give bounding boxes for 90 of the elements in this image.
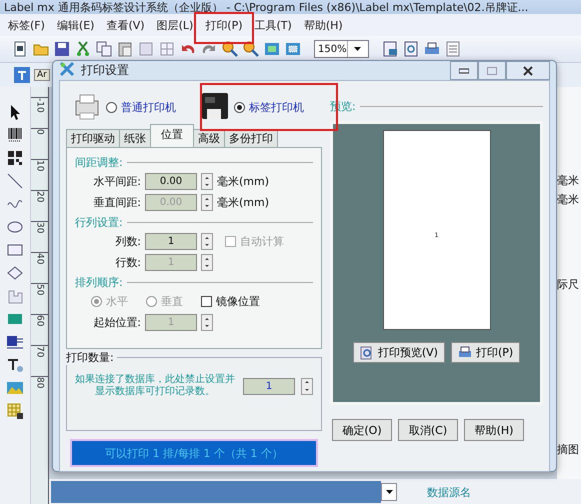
preview-button[interactable]: 打印预览(V) bbox=[352, 342, 445, 363]
zoom-dropdown[interactable]: 150% bbox=[314, 40, 369, 58]
menu-item[interactable]: 打印(P) bbox=[199, 16, 249, 34]
spin-button[interactable] bbox=[201, 173, 213, 190]
page-setup-icon[interactable] bbox=[382, 41, 398, 57]
serial-text-icon[interactable] bbox=[6, 356, 24, 374]
minimize-button[interactable] bbox=[450, 61, 478, 80]
tab[interactable]: 位置 bbox=[150, 124, 194, 147]
field-label: 水平间距: bbox=[92, 174, 141, 189]
highlight-frame bbox=[194, 12, 254, 44]
unit-label: 毫米(mm) bbox=[217, 195, 270, 210]
diamond-icon[interactable] bbox=[6, 264, 24, 282]
document-icon[interactable] bbox=[12, 41, 28, 57]
line-icon[interactable] bbox=[6, 172, 24, 190]
grid-icon[interactable] bbox=[159, 41, 175, 57]
minimize-icon[interactable] bbox=[459, 68, 469, 74]
side-label: 际尺 bbox=[557, 277, 580, 292]
menu-item[interactable]: 标签(F) bbox=[2, 16, 51, 34]
spin-button[interactable] bbox=[201, 254, 213, 271]
field-label: 行数: bbox=[114, 255, 141, 270]
radio-label[interactable]: 普通打印机 bbox=[121, 100, 176, 114]
zoom-out-icon[interactable] bbox=[243, 41, 259, 57]
magnifier-icon bbox=[360, 346, 374, 360]
menu-item[interactable]: 编辑(E) bbox=[50, 16, 100, 34]
spin-button[interactable] bbox=[201, 233, 213, 250]
number-field[interactable]: 1 bbox=[243, 378, 295, 394]
spin-button[interactable] bbox=[201, 314, 213, 331]
print-button[interactable]: 打印(P) bbox=[450, 342, 520, 363]
field-label: 起始位置: bbox=[92, 315, 141, 330]
side-label: 毫米 bbox=[557, 173, 580, 188]
table-icon[interactable] bbox=[6, 402, 24, 420]
print-preview-icon[interactable] bbox=[403, 41, 419, 57]
fit-width-icon[interactable] bbox=[285, 41, 301, 57]
ruler-label: 10 bbox=[34, 160, 44, 172]
menu-item[interactable]: 图层(L) bbox=[150, 16, 200, 34]
ruler-label: 20 bbox=[34, 191, 44, 202]
side-label: 摘图 bbox=[557, 442, 580, 457]
side-label: 毫米 bbox=[557, 192, 580, 207]
ruler-label: 80 bbox=[34, 377, 44, 388]
ruler-label: 70 bbox=[34, 346, 44, 358]
list-icon[interactable] bbox=[445, 41, 461, 57]
menu-item[interactable]: 帮助(H) bbox=[298, 16, 349, 34]
text-style-icon[interactable] bbox=[14, 67, 30, 83]
dropdown-button[interactable] bbox=[381, 483, 397, 501]
checkbox[interactable] bbox=[201, 296, 212, 307]
tab[interactable]: 纸张 bbox=[119, 129, 151, 147]
group-heading: 排列顺序: bbox=[75, 274, 123, 290]
dialog-title: 打印设置 bbox=[81, 62, 129, 79]
close-icon[interactable] bbox=[523, 66, 533, 76]
note-text: 如果连接了数据库，此处禁止设置并显示数据库可打印记录数。 bbox=[74, 374, 236, 398]
unit-label: 毫米(mm) bbox=[217, 174, 270, 189]
qr-code-icon[interactable] bbox=[6, 149, 24, 167]
menu-item[interactable]: 查看(V) bbox=[100, 16, 151, 34]
spin-button[interactable] bbox=[301, 378, 313, 394]
zoom-in-icon[interactable] bbox=[222, 41, 238, 57]
radio-label[interactable]: 标签打印机 bbox=[249, 100, 304, 114]
font-button[interactable]: Ar bbox=[34, 69, 50, 81]
barcode-icon[interactable] bbox=[6, 126, 24, 144]
dialog-button[interactable]: 确定(O) bbox=[332, 419, 392, 441]
image-icon[interactable] bbox=[6, 379, 24, 397]
number-field[interactable]: 0.00 bbox=[145, 173, 197, 190]
tab[interactable]: 打印驱动 bbox=[66, 129, 120, 147]
menu-item[interactable]: 工具(T) bbox=[248, 16, 298, 34]
ruler-label: 50 bbox=[34, 284, 44, 296]
spin-button[interactable] bbox=[201, 194, 213, 211]
group-heading: 行列设置: bbox=[75, 214, 123, 230]
caret-icon[interactable] bbox=[354, 47, 362, 51]
dialog-button[interactable]: 帮助(H) bbox=[464, 419, 524, 441]
ruler-label: 40 bbox=[34, 253, 44, 264]
ruler-label: 0 bbox=[34, 129, 44, 135]
status-bar: 可以打印 1 排/每排 1 个（共 1 个） bbox=[70, 439, 318, 467]
ruler-label: -10 bbox=[34, 98, 44, 113]
close-button[interactable] bbox=[506, 61, 550, 80]
fit-page-icon[interactable] bbox=[264, 41, 280, 57]
radio-button[interactable] bbox=[234, 102, 245, 112]
caret-icon[interactable] bbox=[386, 490, 392, 494]
group-heading: 间距调整: bbox=[75, 154, 123, 170]
text-block-icon[interactable] bbox=[6, 333, 24, 351]
group-heading: 打印数量: bbox=[66, 350, 117, 365]
radio-button[interactable] bbox=[106, 102, 117, 112]
data-source-label: 数据源名 bbox=[427, 484, 471, 500]
scissors-icon[interactable] bbox=[75, 41, 91, 57]
number-field[interactable]: 1 bbox=[145, 233, 197, 250]
dialog-button[interactable]: 取消(C) bbox=[398, 419, 458, 441]
field-label: 列数: bbox=[114, 234, 141, 249]
field-label: 垂直间距: bbox=[92, 195, 141, 210]
checkbox-label[interactable]: 镜像位置 bbox=[216, 294, 260, 309]
save-icon[interactable] bbox=[54, 41, 70, 57]
ruler-label: 30 bbox=[34, 222, 44, 234]
ruler-label: 60 bbox=[34, 315, 44, 326]
